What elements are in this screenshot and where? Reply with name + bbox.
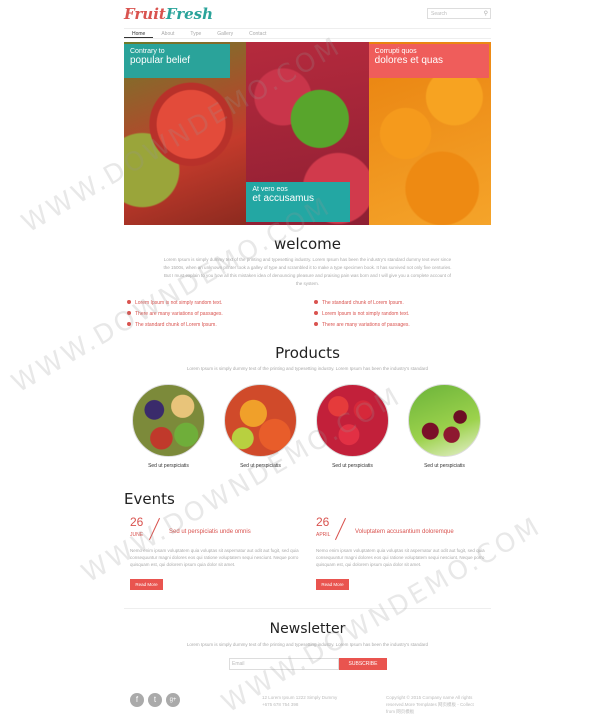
- products-title: Products: [275, 344, 340, 362]
- product-label[interactable]: Sed ut perspiciatis: [408, 463, 481, 469]
- product-image-grapes[interactable]: [132, 384, 205, 457]
- main-nav: Home About Type Gallery Contact: [124, 28, 491, 39]
- bullet-label: There are many variations of passages.: [322, 322, 410, 328]
- welcome-bullets-right: The standard chunk of Lorem Ipsum. Lorem…: [314, 298, 410, 331]
- event-title[interactable]: Voluptatem accusantium doloremque: [355, 529, 454, 535]
- event-text: Nemo enim ipsam voluptatem quia voluptas…: [130, 548, 299, 567]
- bullet-item[interactable]: There are many variations of passages.: [127, 309, 223, 320]
- read-more-button[interactable]: Read More: [130, 579, 163, 590]
- hero-caption-1-large: popular belief: [130, 55, 191, 66]
- product-label[interactable]: Sed ut perspiciatis: [316, 463, 389, 469]
- product-image-cherry[interactable]: [408, 384, 481, 457]
- event-divider: [148, 517, 161, 541]
- bullet-label: The standard chunk of Lorem Ipsum.: [322, 300, 404, 306]
- footer-address: 12 Lorem Ipsum 1222 Simply Dummy +675 67…: [262, 694, 337, 708]
- bullet-item[interactable]: There are many variations of passages.: [314, 320, 410, 331]
- bullet-icon: [314, 311, 318, 315]
- phone-line: +675 678 754 398: [262, 702, 299, 707]
- facebook-icon[interactable]: f: [130, 693, 144, 707]
- welcome-title: welcome: [274, 235, 341, 253]
- bullet-icon: [127, 322, 131, 326]
- product-label[interactable]: Sed ut perspiciatis: [132, 463, 205, 469]
- welcome-text: Lorem Ipsum is simply dummy text of the …: [163, 257, 452, 286]
- hero-panel-orange[interactable]: Corrupti quos dolores et quas: [368, 42, 491, 225]
- search-placeholder: Search: [431, 11, 447, 17]
- copyright-line: Copyright © 2015 Company name All rights: [386, 695, 473, 700]
- hero-caption-2: At vero eos et accusamus: [246, 182, 351, 222]
- product-label[interactable]: Sed ut perspiciatis: [224, 463, 297, 469]
- event-divider: [334, 517, 347, 541]
- hero-caption-1-small: Contrary to: [130, 48, 165, 55]
- products-text: Lorem Ipsum is simply dummy text of the …: [186, 366, 429, 371]
- product-image-mango[interactable]: [224, 384, 297, 457]
- logo-word-fruit: Fruit: [124, 5, 166, 23]
- search-input[interactable]: Search ⚲: [427, 8, 491, 19]
- copyright-line: reserved.More Templates 网页模板 - Collect f…: [386, 702, 474, 714]
- bullet-icon: [127, 300, 131, 304]
- welcome-bullets-left: Lorem Ipsum is not simply random text. T…: [127, 298, 223, 331]
- bullet-label: Lorem Ipsum is not simply random text.: [322, 311, 410, 317]
- newsletter-title: Newsletter: [269, 621, 346, 637]
- bullet-icon: [314, 300, 318, 304]
- hero-caption-3: Corrupti quos dolores et quas: [368, 44, 489, 78]
- product-card-4[interactable]: Sed ut perspiciatis: [408, 384, 481, 469]
- newsletter-placeholder: Email: [232, 661, 245, 667]
- bullet-label: Lorem Ipsum is not simply random text.: [135, 300, 223, 306]
- event-text: Nemo enim ipsam voluptatem quia voluptas…: [316, 548, 485, 567]
- hero-caption-3-large: dolores et quas: [374, 55, 444, 66]
- search-icon[interactable]: ⚲: [484, 10, 488, 17]
- bullet-label: There are many variations of passages.: [135, 311, 223, 317]
- footer-copyright: Copyright © 2015 Company name All rights…: [386, 694, 476, 715]
- nav-item-type[interactable]: Type: [182, 29, 209, 38]
- google-plus-icon[interactable]: g+: [166, 693, 180, 707]
- event-month: APRIL: [316, 532, 331, 538]
- nav-item-about[interactable]: About: [153, 29, 182, 38]
- events-title: Events: [124, 490, 175, 508]
- hero-caption-1: Contrary to popular belief: [124, 44, 230, 78]
- bullet-item[interactable]: The standard chunk of Lorem Ipsum.: [127, 320, 223, 331]
- bullet-icon: [314, 322, 318, 326]
- bullet-item[interactable]: Lorem Ipsum is not simply random text.: [314, 309, 410, 320]
- event-month: JUNE: [130, 532, 144, 538]
- newsletter-email-input[interactable]: Email: [229, 658, 339, 670]
- bullet-label: The standard chunk of Lorem Ipsum.: [135, 322, 217, 328]
- read-more-button[interactable]: Read More: [316, 579, 349, 590]
- hero-caption-3-small: Corrupti quos: [374, 48, 417, 55]
- hero-caption-2-small: At vero eos: [252, 186, 288, 193]
- event-title[interactable]: Sed ut perspiciatis unde omnis: [169, 529, 251, 535]
- nav-item-contact[interactable]: Contact: [241, 29, 274, 38]
- product-image-strawberry[interactable]: [316, 384, 389, 457]
- address-line: 12 Lorem Ipsum 1222 Simply Dummy: [262, 695, 338, 700]
- subscribe-button[interactable]: SUBSCRIBE: [339, 658, 387, 670]
- nav-item-home[interactable]: Home: [124, 29, 154, 38]
- product-card-3[interactable]: Sed ut perspiciatis: [316, 384, 389, 469]
- event-day: 26: [130, 515, 144, 529]
- site-logo[interactable]: FruitFresh: [124, 5, 213, 23]
- product-card-2[interactable]: Sed ut perspiciatis: [224, 384, 297, 469]
- watermark: WWW.DOWNDEMO.COM: [216, 511, 547, 719]
- hero-banner: Contrary to popular belief At vero eos e…: [124, 42, 491, 225]
- hero-caption-2-large: et accusamus: [252, 193, 315, 204]
- product-card-1[interactable]: Sed ut perspiciatis: [132, 384, 205, 469]
- hero-panel-raspberry[interactable]: At vero eos et accusamus: [246, 42, 369, 225]
- twitter-icon[interactable]: t: [148, 693, 162, 707]
- bullet-item[interactable]: The standard chunk of Lorem Ipsum.: [314, 298, 410, 309]
- newsletter-text: Lorem Ipsum is simply dummy text of the …: [186, 642, 429, 647]
- event-day: 26: [316, 515, 330, 529]
- nav-item-gallery[interactable]: Gallery: [209, 29, 241, 38]
- bullet-icon: [127, 311, 131, 315]
- hero-panel-apple[interactable]: Contrary to popular belief: [124, 42, 247, 225]
- section-divider: [124, 608, 491, 609]
- bullet-item[interactable]: Lorem Ipsum is not simply random text.: [127, 298, 223, 309]
- logo-word-fresh: Fresh: [165, 5, 214, 23]
